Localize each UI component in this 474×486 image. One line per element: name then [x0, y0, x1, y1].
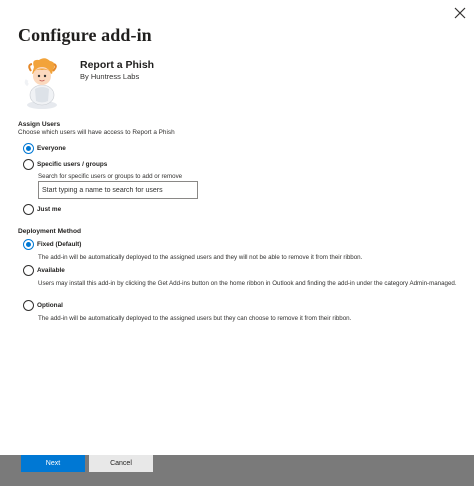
radio-available[interactable]: Available — [23, 265, 65, 276]
configure-addin-panel: Configure add-in Report a Phish By Huntr… — [0, 0, 474, 486]
radio-specific-users[interactable]: Specific users / groups — [23, 159, 107, 170]
close-button[interactable] — [453, 6, 467, 20]
addin-name: Report a Phish — [80, 59, 155, 71]
deployment-heading: Deployment Method — [18, 228, 82, 235]
addin-publisher: By Huntress Labs — [80, 72, 140, 81]
optional-description: The add-in will be automatically deploye… — [38, 315, 352, 322]
user-search-input[interactable] — [38, 181, 198, 199]
radio-button-checked[interactable] — [23, 143, 34, 154]
radio-everyone[interactable]: Everyone — [23, 143, 66, 154]
radio-label-available: Available — [37, 267, 65, 274]
radio-just-me[interactable]: Just me — [23, 204, 61, 215]
radio-label-everyone: Everyone — [37, 145, 66, 152]
cartoon-mascot-icon — [22, 55, 62, 111]
radio-button[interactable] — [23, 300, 34, 311]
radio-label-specific-users: Specific users / groups — [37, 161, 108, 168]
radio-label-optional: Optional — [37, 302, 63, 309]
next-button[interactable]: Next — [21, 455, 85, 472]
radio-label-just-me: Just me — [37, 206, 62, 213]
radio-button[interactable] — [23, 159, 34, 170]
close-icon — [454, 7, 466, 19]
fixed-description: The add-in will be automatically deploye… — [38, 254, 363, 261]
search-hint: Search for specific users or groups to a… — [38, 173, 183, 180]
cancel-button[interactable]: Cancel — [89, 455, 153, 472]
assign-users-heading: Assign Users — [18, 121, 61, 128]
assign-users-description: Choose which users will have access to R… — [18, 129, 175, 136]
radio-label-fixed: Fixed (Default) — [37, 241, 82, 248]
page-title: Configure add-in — [18, 25, 152, 45]
radio-fixed[interactable]: Fixed (Default) — [23, 239, 81, 250]
radio-button-checked[interactable] — [23, 239, 34, 250]
radio-button[interactable] — [23, 204, 34, 215]
radio-optional[interactable]: Optional — [23, 300, 63, 311]
available-description: Users may install this add-in by clickin… — [38, 280, 457, 287]
radio-button[interactable] — [23, 265, 34, 276]
